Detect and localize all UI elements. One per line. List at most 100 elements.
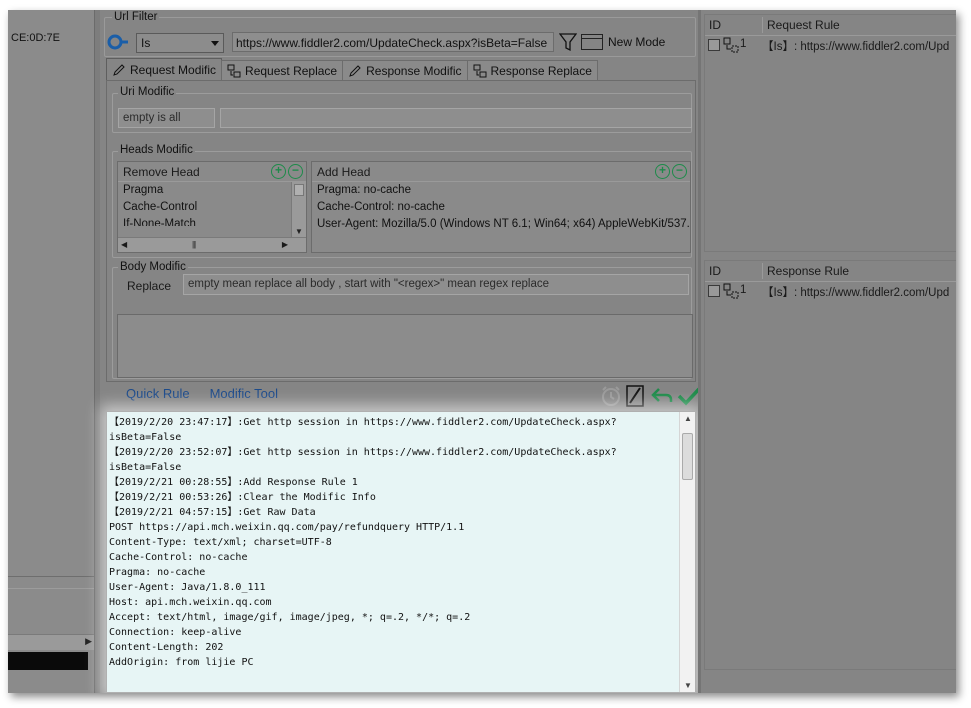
add-head-header: Add Head + −: [312, 162, 690, 182]
bottom-toolbar: Quick Rule Modific Tool: [126, 386, 278, 401]
window-icon: [581, 34, 603, 50]
uri-replace-input[interactable]: [220, 108, 692, 128]
command-bar[interactable]: [8, 652, 88, 670]
response-rule-list[interactable]: ID Response Rule 1 【Is】: https://www.fid…: [704, 260, 956, 670]
vertical-scrollbar[interactable]: ▲ ▼: [679, 412, 695, 692]
add-head-title: Add Head: [317, 165, 371, 179]
chevron-down-icon: [211, 41, 219, 46]
filter-icon[interactable]: [559, 32, 577, 52]
list-item[interactable]: User-Agent: Mozilla/5.0 (Windows NT 6.1;…: [312, 216, 690, 233]
log-output[interactable]: 【2019/2/20 23:47:17】:Get http session in…: [106, 411, 696, 693]
replace-icon: [227, 64, 241, 78]
request-rule-list[interactable]: ID Request Rule 1 【Is】: https://www.fidd…: [704, 14, 956, 252]
tab-request-modific[interactable]: Request Modific: [106, 58, 223, 81]
pencil-icon: [349, 65, 361, 77]
add-icon[interactable]: +: [271, 164, 286, 179]
list-item[interactable]: Pragma: [118, 182, 306, 199]
url-input[interactable]: https://www.fiddler2.com/UpdateCheck.asp…: [232, 32, 554, 52]
tool-icons: [600, 384, 701, 408]
scroll-up-icon[interactable]: ▲: [684, 414, 692, 423]
rule-id: 1: [740, 284, 747, 296]
scroll-thumb[interactable]: [682, 433, 693, 480]
replace-icon: [723, 283, 739, 299]
col-response-rule[interactable]: Response Rule: [762, 263, 849, 279]
list-item[interactable]: Cache-Control: [118, 199, 306, 216]
rules-pane: ID Request Rule 1 【Is】: https://www.fidd…: [698, 10, 956, 693]
add-icon[interactable]: +: [655, 164, 670, 179]
table-row[interactable]: 1 【Is】: https://www.fiddler2.com/Upd: [705, 282, 956, 300]
scroll-right-icon[interactable]: ▶: [85, 636, 92, 647]
log-line: Cache-Control: no-cache: [109, 552, 248, 563]
remove-icon[interactable]: −: [288, 164, 303, 179]
url-filter-row: Is https://www.fiddler2.com/UpdateCheck.…: [105, 31, 695, 55]
list-item[interactable]: Pragma: no-cache: [312, 182, 690, 199]
log-line: 【2019/2/21 00:53:26】:Clear the Modific I…: [109, 492, 376, 503]
match-operator-value: Is: [141, 36, 151, 50]
scroll-right-icon[interactable]: ▶: [282, 240, 288, 249]
match-operator-select[interactable]: Is: [136, 33, 224, 53]
log-line: 【2019/2/21 00:28:55】:Add Response Rule 1: [109, 477, 358, 488]
col-id[interactable]: ID: [709, 264, 721, 278]
scroll-down-icon[interactable]: ▼: [684, 681, 692, 690]
list-item[interactable]: Cache-Control: no-cache: [312, 199, 690, 216]
tab-label: Request Modific: [130, 63, 217, 77]
tab-response-modific[interactable]: Response Modific: [342, 60, 468, 81]
edit-rule-icon[interactable]: [625, 384, 647, 408]
match-mode-icon[interactable]: [107, 33, 129, 51]
rule-checkbox[interactable]: [708, 285, 720, 297]
rule-text: 【Is】: https://www.fiddler2.com/Upd: [762, 287, 950, 299]
session-mac-text: CE:0D:7E: [11, 32, 60, 44]
log-line: Host: api.mch.weixin.qq.com: [109, 597, 272, 608]
log-line: 【2019/2/20 23:52:07】:Get http session in…: [109, 447, 617, 458]
horizontal-scrollbar[interactable]: ◀ ||| ▶: [118, 237, 306, 252]
modific-tool-link[interactable]: Modific Tool: [210, 386, 278, 401]
scroll-down-icon[interactable]: ▼: [295, 227, 303, 236]
remove-head-header: Remove Head + −: [118, 162, 306, 182]
tab-request-replace[interactable]: Request Replace: [221, 60, 344, 81]
uri-match-input[interactable]: empty is all: [118, 108, 215, 128]
log-line: 【2019/2/21 04:57:15】:Get Raw Data: [109, 507, 316, 518]
body-content-textarea[interactable]: [117, 314, 693, 378]
rule-checkbox[interactable]: [708, 39, 720, 51]
log-line: 【2019/2/20 23:47:17】:Get http session in…: [109, 417, 617, 428]
log-line: Accept: text/html, image/gif, image/jpeg…: [109, 612, 471, 623]
divider: [8, 588, 94, 589]
log-line: POST https://api.mch.weixin.qq.com/pay/r…: [109, 522, 465, 533]
table-row[interactable]: 1 【Is】: https://www.fiddler2.com/Upd: [705, 36, 956, 54]
body-replace-input[interactable]: empty mean replace all body , start with…: [183, 274, 689, 295]
modific-panel: Url Filter Is https://www.fiddler2.com/U…: [100, 10, 701, 693]
col-request-rule[interactable]: Request Rule: [762, 17, 840, 33]
app-window: CE:0D:7E ▶ Url Filter Is https://www.fid…: [8, 10, 956, 693]
heads-modific-title: Heads Modific: [118, 144, 195, 156]
rule-id: 1: [740, 38, 747, 50]
scroll-grip-icon: |||: [192, 240, 196, 249]
col-id[interactable]: ID: [709, 18, 721, 32]
undo-icon[interactable]: [650, 386, 674, 406]
horizontal-scrollbar[interactable]: ▶: [8, 634, 94, 650]
log-line: User-Agent: Java/1.8.0_111: [109, 582, 266, 593]
request-rule-header: ID Request Rule: [705, 15, 956, 36]
log-line: isBeta=False: [109, 462, 182, 473]
tab-response-replace[interactable]: Response Replace: [466, 60, 598, 81]
modific-tabs: Request Modific Request Replace Response…: [106, 58, 598, 81]
response-rule-header: ID Response Rule: [705, 261, 956, 282]
tab-label: Response Modific: [366, 64, 462, 78]
tab-label: Request Replace: [245, 64, 338, 78]
vertical-scrollbar[interactable]: ▼: [291, 182, 306, 237]
page: CE:0D:7E ▶ Url Filter Is https://www.fid…: [0, 0, 971, 708]
scroll-left-icon[interactable]: ◀: [121, 240, 127, 249]
scroll-thumb[interactable]: [294, 184, 304, 196]
alarm-clock-icon[interactable]: [600, 385, 622, 407]
url-filter-title: Url Filter: [112, 11, 160, 23]
list-item[interactable]: If-None-Match: [118, 216, 306, 226]
uri-modific-title: Uri Modific: [118, 86, 177, 98]
body-modific-title: Body Modific: [118, 261, 188, 273]
remove-icon[interactable]: −: [672, 164, 687, 179]
quick-rule-link[interactable]: Quick Rule: [126, 386, 190, 401]
new-mode-button[interactable]: New Mode: [581, 32, 665, 52]
add-head-box: Add Head + − Pragma: no-cache Cache-Cont…: [311, 161, 691, 253]
replace-label: Replace: [127, 279, 172, 293]
log-line: AddOrigin: from lijie PC: [109, 657, 254, 668]
new-mode-label: New Mode: [608, 35, 666, 49]
session-list-pane[interactable]: CE:0D:7E ▶: [8, 10, 94, 693]
